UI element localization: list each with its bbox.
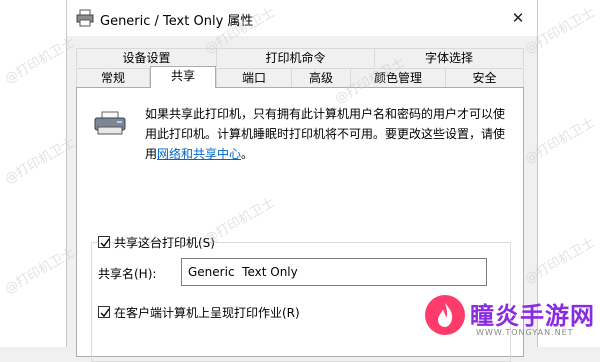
title-bar: Generic / Text Only 属性 ✕: [67, 0, 537, 36]
printer-icon: [76, 9, 94, 27]
window-title: Generic / Text Only 属性: [100, 14, 254, 29]
tab-ports[interactable]: 端口: [216, 68, 292, 87]
tab-font-selection[interactable]: 字体选择: [374, 48, 524, 67]
render-jobs-label[interactable]: 在客户端计算机上呈现打印作业(R): [114, 304, 300, 321]
share-printer-checkbox[interactable]: [98, 236, 110, 248]
tab-general[interactable]: 常规: [76, 68, 150, 87]
tab-color-management[interactable]: 颜色管理: [350, 68, 446, 87]
share-name-input[interactable]: [181, 258, 487, 286]
shared-printer-icon: [93, 110, 127, 136]
share-name-label: 共享名(H):: [98, 267, 157, 281]
network-sharing-center-link[interactable]: 网络和共享中心: [157, 147, 241, 161]
description-suffix: 。: [241, 147, 254, 161]
render-jobs-checkbox[interactable]: [98, 306, 110, 318]
sharing-description: 如果共享此打印机，只有拥有此计算机用户名和密码的用户才可以使用此打印机。计算机睡…: [145, 104, 511, 164]
share-printer-label[interactable]: 共享这台打印机(S): [114, 234, 215, 251]
tab-security[interactable]: 安全: [445, 68, 524, 87]
flame-logo-icon: [424, 294, 466, 339]
tab-advanced[interactable]: 高级: [291, 68, 351, 87]
brand-watermark: 瞳炎手游网 WWW.TONGYAN.NET: [418, 290, 600, 347]
brand-name: 瞳炎手游网: [470, 302, 595, 330]
tab-device-settings[interactable]: 设备设置: [76, 48, 217, 67]
tab-sharing[interactable]: 共享: [150, 66, 216, 88]
close-button[interactable]: ✕: [505, 5, 531, 31]
tab-printer-commands[interactable]: 打印机命令: [216, 48, 375, 67]
brand-url: WWW.TONGYAN.NET: [476, 328, 574, 337]
